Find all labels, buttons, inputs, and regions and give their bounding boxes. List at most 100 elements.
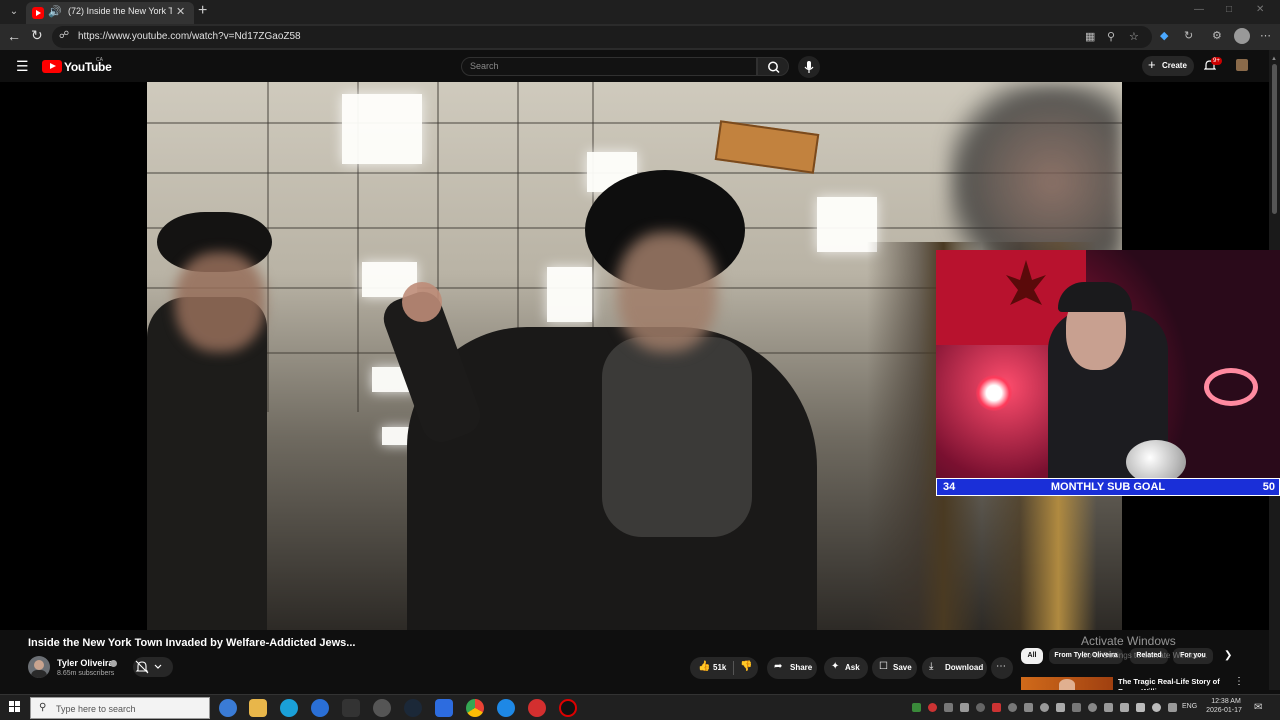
sync-icon[interactable]: ↻	[1184, 29, 1193, 42]
address-bar[interactable]: ☍ https://www.youtube.com/watch?v=Nd17ZG…	[52, 26, 1152, 48]
scroll-up-icon[interactable]: ▲	[1271, 56, 1277, 62]
tray-icon-9[interactable]	[1040, 703, 1049, 712]
star-icon[interactable]: ☆	[1129, 30, 1139, 43]
window-close-icon[interactable]: ✕	[1256, 4, 1264, 15]
edge-browser-icon[interactable]	[280, 699, 298, 717]
puzzle-icon[interactable]: ⚙	[1212, 29, 1222, 42]
tray-icon-13[interactable]	[1104, 703, 1113, 712]
user-avatar[interactable]	[1236, 59, 1248, 71]
lock-icon[interactable]: ☍	[59, 30, 69, 41]
app-icon-circle-blue[interactable]	[497, 699, 515, 717]
language-indicator[interactable]: ENG	[1182, 703, 1197, 710]
room-light	[976, 375, 1012, 411]
close-icon[interactable]: ✕	[176, 5, 185, 18]
channel-name[interactable]: Tyler Oliveira	[57, 658, 113, 668]
tray-icon-5[interactable]	[976, 703, 985, 712]
orb-lamp	[1126, 440, 1186, 478]
like-count[interactable]: 51k	[713, 663, 726, 672]
search-button[interactable]	[757, 57, 789, 76]
app-icon-dark[interactable]	[342, 699, 360, 717]
tray-icon-8[interactable]	[1024, 703, 1033, 712]
speaker-icon[interactable]: 🔊	[48, 5, 62, 18]
create-button[interactable]: + Create	[1142, 56, 1194, 76]
zoom-icon[interactable]: ⚲	[1107, 30, 1115, 43]
tray-icon-10[interactable]	[1056, 703, 1065, 712]
taskbar-search-input[interactable]: ⚲ Type here to search	[30, 697, 210, 719]
windows-start-icon[interactable]	[9, 701, 21, 713]
sub-goal-bar: MONTHLY SUB GOAL 34 50	[936, 478, 1280, 496]
tray-icon-6[interactable]	[992, 703, 1001, 712]
tray-icon-1[interactable]	[912, 703, 921, 712]
blurred-face-left	[175, 252, 265, 352]
share-button[interactable]: ➦ Share	[767, 657, 817, 679]
chrome-app-icon[interactable]	[466, 699, 484, 717]
scarf	[602, 337, 752, 537]
subscriber-count: 8.65m subscribers	[57, 670, 115, 677]
youtube-logo-icon[interactable]	[42, 60, 62, 73]
dislike-icon[interactable]: 👎	[740, 661, 752, 672]
profile-icon[interactable]	[1234, 28, 1250, 44]
battery-icon[interactable]	[1168, 703, 1177, 712]
hanging-tarp	[714, 120, 820, 174]
steam-app-icon[interactable]	[404, 699, 422, 717]
window-maximize-icon[interactable]: □	[1226, 4, 1232, 15]
app-icon-black[interactable]	[559, 699, 577, 717]
apps-icon[interactable]: ▦	[1085, 30, 1095, 43]
chevron-right-icon[interactable]: ❯	[1224, 650, 1232, 661]
voice-search-button[interactable]	[798, 56, 820, 78]
clock-date[interactable]: 2026-01-17	[1202, 707, 1246, 714]
hamburger-menu-icon[interactable]: ☰	[16, 58, 29, 75]
window-minimize-icon[interactable]: —	[1194, 4, 1204, 15]
scrollbar-thumb[interactable]	[1272, 64, 1277, 214]
settings-app-icon[interactable]	[373, 699, 391, 717]
url-text[interactable]: https://www.youtube.com/watch?v=Nd17ZGao…	[78, 31, 301, 42]
verified-icon	[110, 660, 117, 667]
webcam-overlay	[936, 250, 1280, 478]
app-icon-square[interactable]	[435, 699, 453, 717]
sub-goal-label: MONTHLY SUB GOAL	[1050, 481, 1166, 493]
tray-icon-12[interactable]	[1088, 703, 1097, 712]
subscription-bell-button[interactable]	[133, 657, 173, 677]
file-explorer-icon[interactable]	[249, 699, 267, 717]
browser-tab[interactable]: 🔊 (72) Inside the New York Tow ✕	[26, 2, 194, 24]
search-input[interactable]: Search	[461, 57, 757, 76]
tray-icon-11[interactable]	[1072, 703, 1081, 712]
like-dislike-group: 👍 51k 👎	[690, 657, 758, 679]
channel-avatar[interactable]	[28, 656, 50, 678]
related-more-icon[interactable]: ⋮	[1234, 676, 1244, 687]
search-icon	[768, 61, 780, 74]
reload-icon[interactable]: ↻	[31, 27, 43, 44]
extension-icon[interactable]: ◆	[1160, 29, 1168, 42]
tray-icon-7[interactable]	[1008, 703, 1017, 712]
more-actions-button[interactable]: ⋯	[991, 657, 1013, 679]
tray-icon-2[interactable]	[928, 703, 937, 712]
browser-tab-strip: ⌄ 🔊 (72) Inside the New York Tow ✕ + — □…	[0, 0, 1280, 24]
volume-icon[interactable]	[1152, 703, 1161, 712]
notification-center-icon[interactable]: ✉	[1254, 702, 1262, 713]
tray-icon-14[interactable]	[1120, 703, 1129, 712]
tray-icon-3[interactable]	[944, 703, 953, 712]
streamer-cap	[1058, 282, 1132, 312]
raised-hand	[402, 282, 442, 322]
related-video-thumbnail[interactable]	[1021, 677, 1113, 690]
youtube-wordmark[interactable]: YouTube	[64, 60, 112, 74]
clock-time[interactable]: 12:38 AM	[1206, 698, 1246, 705]
app-icon-blue[interactable]	[311, 699, 329, 717]
more-icon[interactable]: ⋯	[1260, 29, 1271, 42]
new-tab-button[interactable]: +	[198, 2, 207, 20]
download-icon: ⤓	[929, 661, 934, 672]
tab-menu-icon[interactable]: ⌄	[4, 3, 24, 21]
country-code: CA	[96, 57, 103, 63]
related-video-title[interactable]: The Tragic Real-Life Story of Bruce Will…	[1118, 677, 1228, 690]
app-icon-red[interactable]	[528, 699, 546, 717]
copilot-app-icon[interactable]	[219, 699, 237, 717]
wifi-icon[interactable]	[1136, 703, 1145, 712]
like-icon[interactable]: 👍	[698, 661, 710, 672]
download-button[interactable]: ⤓ Download	[922, 657, 987, 679]
save-button[interactable]: ☐ Save	[872, 657, 917, 679]
ring-light	[1204, 368, 1258, 406]
tray-icon-4[interactable]	[960, 703, 969, 712]
chip-all[interactable]: All	[1021, 648, 1043, 664]
ask-button[interactable]: ✦ Ask	[824, 657, 868, 679]
back-icon[interactable]: ←	[7, 28, 21, 44]
